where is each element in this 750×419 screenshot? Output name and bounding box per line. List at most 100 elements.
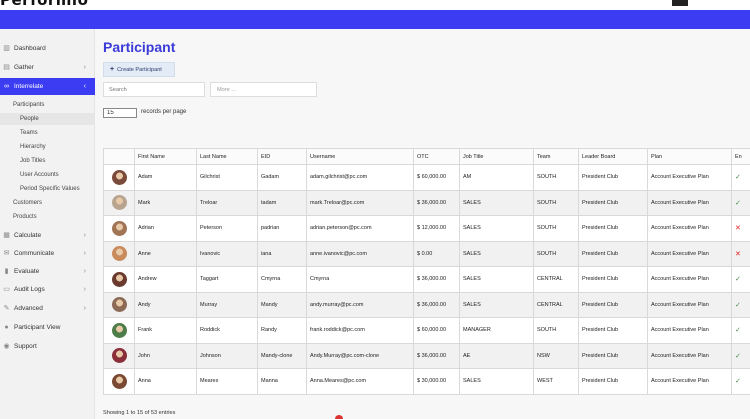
cell-eid: Gadam	[257, 164, 307, 191]
cell-job-title: SALES	[459, 266, 534, 293]
cell-avatar	[103, 164, 135, 191]
sidebar-item-calculate[interactable]: ▦ Calculate ›	[0, 227, 95, 244]
table-row[interactable]: Anne Ivanovic iana anne.ivanovic@pc.com $ 0.…	[103, 240, 750, 267]
chevron-right-icon: ›	[83, 64, 86, 71]
cell-job-title: AM	[459, 164, 534, 191]
cell-job-title: SALES	[459, 240, 534, 267]
table-row[interactable]: Andrew Taggart Cmyrna Cmyrna $ 36,000.00 SALE…	[103, 266, 750, 293]
plus-icon: +	[110, 66, 115, 73]
table-header-row: First Name Last Name EID Username OTC Jo…	[103, 148, 750, 165]
sidebar-sub-hierarchy[interactable]: Hierarchy	[0, 141, 95, 153]
column-header-eid[interactable]: EID	[257, 148, 307, 165]
cell-eid: tadam	[257, 189, 307, 216]
chevron-right-icon: ›	[83, 232, 86, 239]
cross-icon: ✕	[735, 225, 741, 233]
cell-job-title: SALES	[459, 215, 534, 242]
chart-icon: ▥	[3, 45, 10, 52]
link-icon: ∞	[4, 83, 9, 90]
cell-first-name: Adam	[134, 164, 197, 191]
cell-username: frank.roddick@pc.com	[306, 317, 414, 344]
sidebar-sub-teams[interactable]: Teams	[0, 127, 95, 139]
sidebar-sub-period-specific-values[interactable]: Period Specific Values	[0, 183, 95, 195]
column-header-job-title[interactable]: Job Title	[459, 148, 534, 165]
column-header-plan[interactable]: Plan	[647, 148, 732, 165]
avatar	[111, 169, 127, 185]
sidebar-item-support[interactable]: ◉ Support	[0, 338, 95, 355]
cell-plan: Account Executive Plan	[647, 240, 732, 267]
avatar	[111, 322, 127, 338]
table-row[interactable]: Adam Gilchrist Gadam adam.gilchrist@pc.com $…	[103, 164, 750, 191]
sidebar-item-communicate[interactable]: ✉ Communicate ›	[0, 245, 95, 262]
cell-last-name: Taggart	[196, 266, 258, 293]
cell-otc: $ 36,000.00	[413, 291, 460, 318]
cell-otc: $ 12,000.00	[413, 215, 460, 242]
cell-team: CENTRAL	[533, 291, 579, 318]
cell-avatar	[103, 240, 135, 267]
gather-icon: ▤	[3, 64, 10, 71]
cell-username: adrian.peterson@pc.com	[306, 215, 414, 242]
chevron-left-icon: ‹	[83, 83, 86, 90]
sidebar-sub-customers[interactable]: Customers	[0, 197, 95, 209]
cell-enabled: ✓	[731, 189, 750, 216]
column-header-otc[interactable]: OTC	[413, 148, 460, 165]
column-header-username[interactable]: Username	[306, 148, 414, 165]
column-header-first-name[interactable]: First Name	[134, 148, 197, 165]
cell-otc: $ 0.00	[413, 240, 460, 267]
cell-team: SOUTH	[533, 317, 579, 344]
avatar	[111, 220, 127, 236]
cell-job-title: MANAGER	[459, 317, 534, 344]
sidebar-item-participant-view[interactable]: ● Participant View	[0, 319, 95, 336]
more-filter-button[interactable]: More ...	[210, 82, 317, 97]
sidebar-item-gather[interactable]: ▤ Gather ›	[0, 59, 95, 76]
cell-avatar	[103, 317, 135, 344]
table-row[interactable]: Frank Roddick Randy frank.roddick@pc.com $ 6…	[103, 317, 750, 344]
sidebar-item-evaluate[interactable]: ▮ Evaluate ›	[0, 263, 95, 280]
brand-logo: Performio	[0, 0, 89, 9]
cell-team: SOUTH	[533, 215, 579, 242]
cell-otc: $ 36,000.00	[413, 342, 460, 369]
sidebar-item-interrelate[interactable]: ∞ Interrelate ‹	[0, 78, 95, 95]
sidebar-sub-user-accounts[interactable]: User Accounts	[0, 169, 95, 181]
cell-avatar	[103, 266, 135, 293]
table-row[interactable]: John Johnson Mandy-clone Andy.Murray@pc.com…	[103, 342, 750, 369]
column-header-leader-board[interactable]: Leader Board	[578, 148, 648, 165]
cross-icon: ✕	[735, 250, 741, 258]
table-row[interactable]: Adrian Peterson padrian adrian.peterson@pc.…	[103, 215, 750, 242]
cell-team: NSW	[533, 342, 579, 369]
sidebar-item-advanced[interactable]: ✎ Advanced ›	[0, 300, 95, 317]
sidebar: ▥ Dashboard ▤ Gather › ∞ Interrelate ‹ P…	[0, 29, 95, 419]
cell-enabled: ✓	[731, 266, 750, 293]
sidebar-sub-people[interactable]: People	[0, 113, 95, 125]
cell-leader-board: President Club	[578, 291, 648, 318]
column-header-last-name[interactable]: Last Name	[196, 148, 258, 165]
check-icon: ✓	[735, 174, 741, 182]
sidebar-item-dashboard[interactable]: ▥ Dashboard	[0, 40, 95, 57]
avatar	[111, 373, 127, 389]
cell-avatar	[103, 291, 135, 318]
sidebar-item-audit-logs[interactable]: ▭ Audit Logs ›	[0, 281, 95, 298]
table-row[interactable]: Anna Meares Manna Anna.Meares@pc.com $ 30,00…	[103, 368, 750, 395]
cell-otc: $ 60,000.00	[413, 164, 460, 191]
table-row[interactable]: Andy Murray Mandy andy.murray@pc.com $ 36,00…	[103, 291, 750, 318]
search-input[interactable]	[103, 82, 205, 97]
participant-table-container: First Name Last Name EID Username OTC Jo…	[103, 148, 750, 395]
cell-first-name: Adrian	[134, 215, 197, 242]
check-icon: ✓	[735, 301, 741, 309]
column-header-team[interactable]: Team	[533, 148, 579, 165]
cell-eid: Cmyrna	[257, 266, 307, 293]
cell-leader-board: President Club	[578, 164, 648, 191]
table-row[interactable]: Mark Treloar tadam mark.Treloar@pc.com $ 36,…	[103, 189, 750, 216]
cell-last-name: Roddick	[196, 317, 258, 344]
cell-last-name: Treloar	[196, 189, 258, 216]
check-icon: ✓	[735, 378, 741, 386]
create-participant-button[interactable]: + Create Participant	[103, 62, 175, 77]
sidebar-sub-products[interactable]: Products	[0, 211, 95, 223]
records-per-page-input[interactable]	[103, 108, 137, 118]
sidebar-sub-participants[interactable]: Participants	[0, 99, 95, 111]
user-menu-icon[interactable]	[672, 0, 688, 6]
sidebar-sub-job-titles[interactable]: Job Titles	[0, 155, 95, 167]
cell-plan: Account Executive Plan	[647, 368, 732, 395]
column-header-enabled[interactable]: En	[731, 148, 750, 165]
cell-last-name: Johnson	[196, 342, 258, 369]
chevron-right-icon: ›	[83, 268, 86, 275]
